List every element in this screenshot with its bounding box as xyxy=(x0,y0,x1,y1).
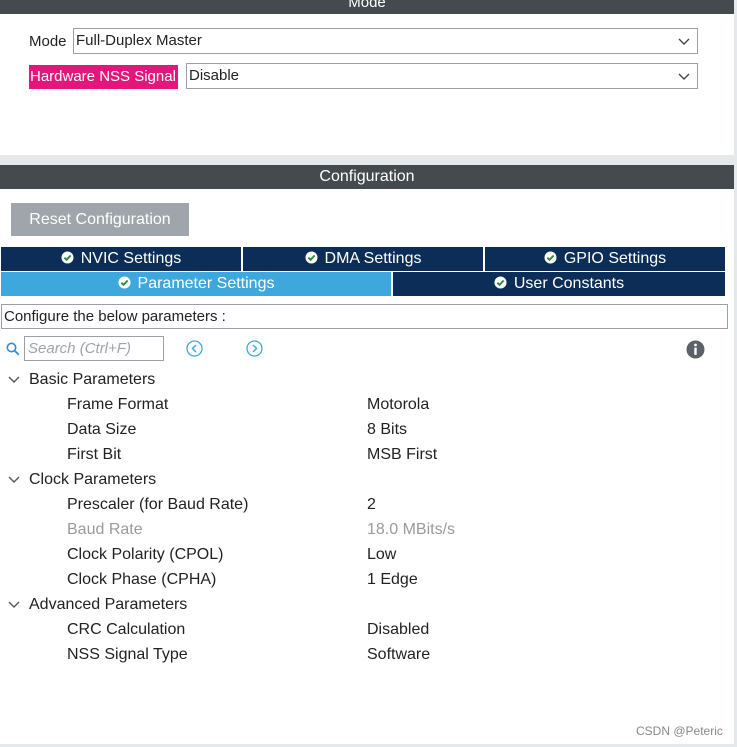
chevron-down-icon[interactable] xyxy=(8,376,20,384)
hardware-nss-select[interactable]: Disable xyxy=(186,63,698,89)
param-name: Baud Rate xyxy=(67,521,143,538)
check-circle-icon xyxy=(61,251,74,264)
param-value: MSB First xyxy=(367,446,438,463)
group-label: Advanced Parameters xyxy=(29,596,188,613)
check-circle-icon xyxy=(117,276,131,289)
param-name: CRC Calculation xyxy=(67,621,186,638)
tab-dma-settings[interactable]: DMA Settings xyxy=(243,247,483,271)
mode-header-title: Mode xyxy=(348,0,386,11)
search-icon[interactable] xyxy=(6,342,20,356)
info-icon[interactable] xyxy=(686,340,705,359)
tab-label: GPIO Settings xyxy=(563,250,667,267)
check-circle-icon xyxy=(494,276,507,289)
tab-user-constants[interactable]: User Constants xyxy=(393,272,725,296)
next-icon[interactable] xyxy=(246,340,263,357)
group-label: Clock Parameters xyxy=(29,471,157,488)
param-value: Low xyxy=(367,546,397,563)
param-name: Prescaler (for Baud Rate) xyxy=(67,496,249,513)
param-name: First Bit xyxy=(67,446,122,463)
search-input[interactable] xyxy=(24,336,164,361)
check-circle-icon xyxy=(544,251,557,264)
configuration-header: Configuration xyxy=(0,165,734,189)
tab-label: Parameter Settings xyxy=(137,275,275,292)
param-row[interactable]: First Bit MSB First xyxy=(0,442,720,467)
param-value: 1 Edge xyxy=(367,571,418,588)
param-row[interactable]: Data Size 8 Bits xyxy=(0,417,720,442)
param-name: Clock Polarity (CPOL) xyxy=(67,546,224,563)
param-row[interactable]: CRC Calculation Disabled xyxy=(0,617,720,642)
tab-label: NVIC Settings xyxy=(80,250,182,267)
tab-label: DMA Settings xyxy=(324,250,422,267)
param-name: Data Size xyxy=(67,421,137,438)
param-value: 2 xyxy=(367,496,376,513)
param-value: 18.0 MBits/s xyxy=(367,521,456,538)
chevron-down-icon[interactable] xyxy=(8,601,20,609)
hardware-nss-signal-label: Hardware NSS Signal xyxy=(29,65,178,89)
tab-gpio-settings[interactable]: GPIO Settings xyxy=(485,247,725,271)
param-row[interactable]: Clock Polarity (CPOL) Low xyxy=(0,542,720,567)
param-value: Disabled xyxy=(367,621,430,638)
param-row[interactable]: NSS Signal Type Software xyxy=(0,642,720,667)
param-name: Clock Phase (CPHA) xyxy=(67,571,217,588)
param-row[interactable]: Prescaler (for Baud Rate) 2 xyxy=(0,492,720,517)
group-label: Basic Parameters xyxy=(29,371,156,388)
check-circle-icon xyxy=(304,251,318,264)
reset-configuration-button[interactable]: Reset Configuration xyxy=(11,203,189,236)
param-row[interactable]: Frame Format Motorola xyxy=(0,392,720,417)
chevron-down-icon[interactable] xyxy=(8,476,20,484)
mode-section-header: Mode xyxy=(0,0,734,14)
mode-label: Mode xyxy=(29,33,67,50)
tab-nvic-settings[interactable]: NVIC Settings xyxy=(1,247,241,271)
mode-select[interactable]: Full-Duplex Master xyxy=(73,28,698,54)
tab-label: User Constants xyxy=(513,275,625,292)
mode-select-value: Full-Duplex Master xyxy=(76,32,202,49)
param-name: Frame Format xyxy=(67,396,169,413)
param-value: Motorola xyxy=(367,396,430,413)
param-value: Software xyxy=(367,646,431,663)
watermark: CSDN @Peteric xyxy=(636,724,723,738)
param-name: NSS Signal Type xyxy=(67,646,188,663)
param-value: 8 Bits xyxy=(367,421,408,438)
hardware-nss-select-value: Disable xyxy=(189,67,240,84)
section-divider xyxy=(0,155,734,165)
tab-parameter-settings[interactable]: Parameter Settings xyxy=(1,272,391,296)
chevron-down-icon xyxy=(678,38,690,45)
chevron-down-icon xyxy=(678,73,690,80)
param-row-disabled: Baud Rate 18.0 MBits/s xyxy=(0,517,720,542)
param-row[interactable]: Clock Phase (CPHA) 1 Edge xyxy=(0,567,720,592)
previous-icon[interactable] xyxy=(186,340,203,357)
configure-instruction: Configure the below parameters : xyxy=(1,304,728,329)
